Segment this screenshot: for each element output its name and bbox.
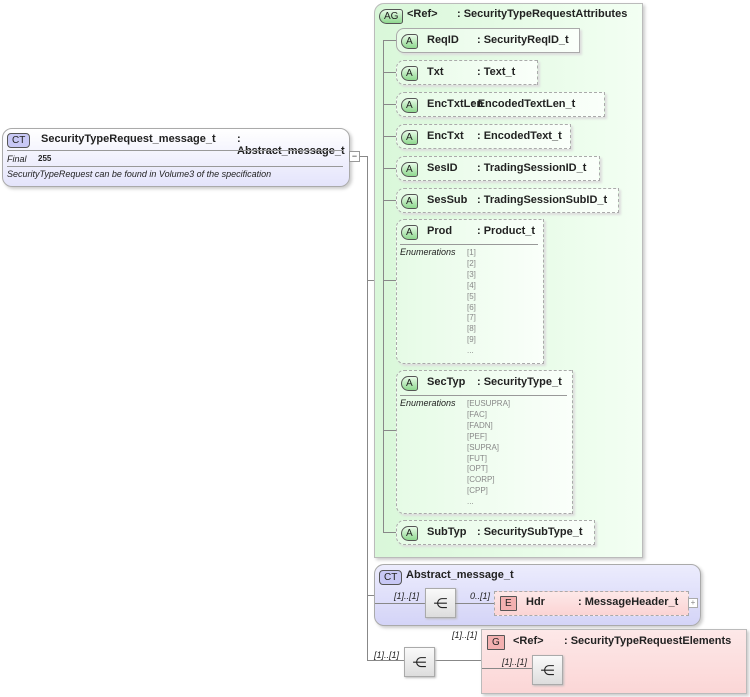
sequence-icon[interactable]: ⋲ — [532, 655, 563, 685]
element-cardinality: 0..[1] — [470, 591, 491, 601]
attribute-txt[interactable]: A Txt : Text_t — [396, 60, 538, 85]
group-box[interactable]: G <Ref> : SecurityTypeRequestElements [1… — [481, 629, 747, 694]
group-badge: G — [487, 635, 505, 650]
element-name: Hdr — [526, 596, 545, 608]
attribute-enctxtlen[interactable]: A EncTxtLen: EncodedTextLen_t — [396, 92, 605, 117]
attribute-badge: A — [401, 66, 418, 81]
attribute-type: : SecurityType_t — [477, 376, 562, 388]
final-value: 255 — [38, 154, 52, 163]
inner-sequence-cardinality: [1]..[1] — [502, 657, 528, 667]
final-label: Final — [7, 154, 27, 164]
attribute-group-name: <Ref> — [407, 8, 438, 20]
attribute-badge: A — [401, 162, 418, 177]
attribute-name: SesID — [427, 162, 458, 174]
complex-type-badge: CT — [7, 133, 31, 148]
attribute-badge: A — [401, 225, 418, 240]
attribute-subtyp[interactable]: A SubTyp : SecuritySubType_t — [396, 520, 595, 545]
sequence-icon[interactable]: ⋲ — [425, 588, 456, 618]
attribute-name: Txt — [427, 66, 444, 78]
attribute-name: Prod — [427, 225, 453, 237]
attribute-sectyp[interactable]: A SecTyp : SecurityType_t Enumerations [EUSU… — [396, 370, 573, 514]
attribute-type: : Text_t — [477, 66, 516, 78]
attribute-name: SubTyp — [427, 526, 467, 538]
sequence-cardinality: [1]..[1] — [374, 650, 400, 660]
attribute-type: : TradingSessionID_t — [477, 162, 587, 174]
group-name: <Ref> — [513, 635, 544, 647]
sequence-icon[interactable]: ⋲ — [404, 647, 435, 677]
complex-type-badge: CT — [379, 570, 403, 585]
attribute-type: : Product_t — [477, 225, 536, 237]
enumerations-label: Enumerations — [400, 247, 456, 257]
element-hdr[interactable]: E Hdr : MessageHeader_t — [494, 591, 689, 616]
attribute-enctxt[interactable]: A EncTxt : EncodedText_t — [396, 124, 571, 149]
attribute-type: : TradingSessionSubID_t — [477, 194, 608, 206]
attribute-name: SesSub — [427, 194, 468, 206]
complex-type-box[interactable]: CT SecurityTypeRequest_message_t : Abstr… — [2, 128, 350, 187]
attribute-sesid[interactable]: A SesID : TradingSessionID_t — [396, 156, 600, 181]
type-name: SecurityTypeRequest_message_t — [41, 133, 216, 145]
abstract-type-name: Abstract_message_t — [406, 569, 514, 581]
attribute-sessub[interactable]: A SesSub : TradingSessionSubID_t — [396, 188, 619, 213]
attribute-badge: A — [401, 34, 418, 49]
expand-icon[interactable]: + — [688, 598, 698, 608]
attribute-badge: A — [401, 194, 418, 209]
attribute-badge: A — [401, 130, 418, 145]
enumeration-list: [1] [2] [3] [4] [5] [6] [7] [8] [9] ... — [467, 248, 476, 356]
collapse-icon[interactable]: − — [349, 151, 360, 162]
attribute-prod[interactable]: A Prod : Product_t Enumerations [1] [2] [3] … — [396, 219, 544, 364]
enumerations-label: Enumerations — [400, 398, 456, 408]
attribute-type: : EncodedTextLen_t — [471, 98, 576, 110]
enumeration-list: [EUSUPRA] [FAC] [FADN] [PEF] [SUPRA] [FU… — [467, 399, 511, 507]
group-type: : SecurityTypeRequestElements — [564, 635, 732, 647]
base-type: : Abstract_message_t — [237, 133, 345, 157]
attribute-badge: A — [401, 98, 418, 113]
sequence-cardinality: [1]..[1] — [394, 591, 420, 601]
element-type: : MessageHeader_t — [578, 596, 679, 608]
attribute-group-type: : SecurityTypeRequestAttributes — [457, 8, 628, 20]
group-cardinality: [1]..[1] — [452, 630, 478, 640]
attribute-badge: A — [401, 376, 418, 391]
element-badge: E — [500, 596, 517, 611]
attribute-group-badge: AG — [379, 9, 404, 24]
attribute-name: EncTxt — [427, 130, 464, 142]
attribute-badge: A — [401, 526, 418, 541]
attribute-type: : EncodedText_t — [477, 130, 562, 142]
attribute-type: : SecuritySubType_t — [477, 526, 583, 538]
attribute-name: SecTyp — [427, 376, 466, 388]
attribute-reqid[interactable]: A ReqID : SecurityReqID_t — [396, 28, 580, 53]
attribute-type: : SecurityReqID_t — [477, 34, 569, 46]
documentation: SecurityTypeRequest can be found in Volu… — [7, 169, 272, 179]
attribute-name: ReqID — [427, 34, 459, 46]
